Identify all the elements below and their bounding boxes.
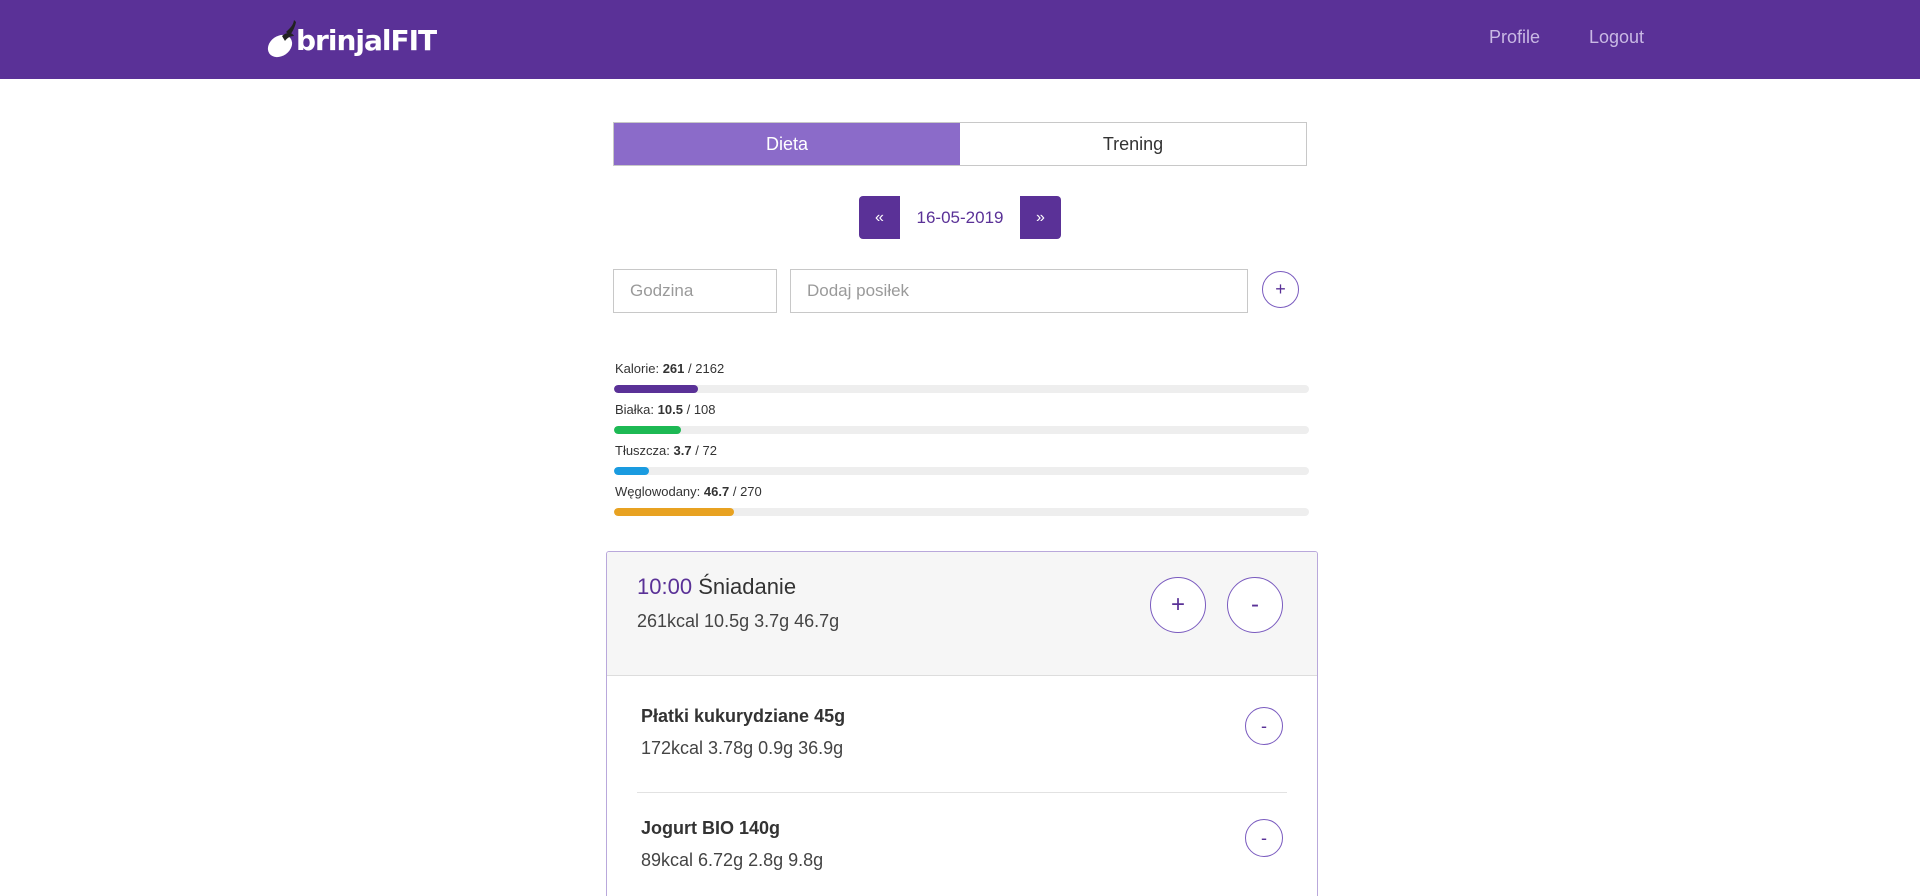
hour-input[interactable]: [613, 269, 777, 313]
next-day-button[interactable]: »: [1020, 196, 1061, 239]
remove-meal-button[interactable]: -: [1227, 577, 1283, 633]
product-name: Płatki kukurydziane 45g: [641, 706, 846, 726]
add-product-button[interactable]: +: [1150, 577, 1206, 633]
tab-trening[interactable]: Trening: [960, 123, 1306, 165]
nav-link-logout[interactable]: Logout: [1589, 27, 1644, 48]
fat-value: 3.7: [673, 443, 692, 458]
protein-progress-fill: [614, 426, 682, 434]
fat-progress-fill: [614, 467, 650, 475]
macro-label-carbs: Węglowodany: 46.7 / 270: [615, 484, 762, 499]
fat-target: / 72: [695, 443, 717, 458]
meal-time: 10:00: [637, 574, 693, 599]
eggplant-icon: [266, 14, 298, 60]
mode-tabs: Dieta Trening: [613, 122, 1307, 166]
macro-label-calories: Kalorie: 261 / 2162: [615, 361, 725, 376]
meal-card: 10:00 Śniadanie 261kcal 10.5g 3.7g 46.7g…: [606, 551, 1318, 896]
protein-target: / 108: [686, 402, 716, 417]
fat-progress-bar: [614, 467, 1309, 475]
calories-target: / 2162: [688, 361, 725, 376]
list-item: Płatki kukurydziane 45g 172kcal 3.78g 0.…: [641, 706, 1281, 759]
meal-name-input[interactable]: [790, 269, 1248, 313]
product-macros: 89kcal 6.72g 2.8g 9.8g: [641, 850, 824, 870]
tab-dieta[interactable]: Dieta: [614, 123, 960, 165]
brand-name: brinjalFIT: [296, 23, 437, 57]
previous-day-button[interactable]: «: [859, 196, 900, 239]
current-date: 16-05-2019: [900, 196, 1020, 239]
carbs-progress-bar: [614, 508, 1309, 516]
macro-label-protein: Białka: 10.5 / 108: [615, 402, 716, 417]
calories-progress-bar: [614, 385, 1309, 393]
protein-progress-bar: [614, 426, 1309, 434]
product-macros: 172kcal 3.78g 0.9g 36.9g: [641, 738, 844, 758]
brand-logo[interactable]: brinjalFIT: [266, 14, 437, 60]
meal-summary: 261kcal 10.5g 3.7g 46.7g: [637, 611, 840, 631]
item-divider: [637, 792, 1287, 793]
product-name: Jogurt BIO 140g: [641, 818, 781, 838]
calories-value: 261: [662, 361, 685, 376]
protein-value: 10.5: [657, 402, 683, 417]
carbs-target: / 270: [732, 484, 762, 499]
top-navbar: brinjalFIT Profile Logout: [0, 0, 1920, 79]
calories-progress-fill: [614, 385, 699, 393]
date-navigator: « 16-05-2019 »: [859, 196, 1061, 239]
carbs-progress-fill: [614, 508, 735, 516]
macro-label-fat: Tłuszcza: 3.7 / 72: [615, 443, 717, 458]
remove-product-button[interactable]: -: [1245, 819, 1283, 857]
list-item: Jogurt BIO 140g 89kcal 6.72g 2.8g 9.8g: [641, 818, 1281, 871]
nav-link-profile[interactable]: Profile: [1489, 27, 1540, 48]
remove-product-button[interactable]: -: [1245, 707, 1283, 745]
meal-name: Śniadanie: [698, 574, 797, 599]
meal-title: 10:00 Śniadanie: [637, 574, 796, 600]
add-meal-button[interactable]: +: [1262, 271, 1299, 308]
meal-header: 10:00 Śniadanie 261kcal 10.5g 3.7g 46.7g…: [607, 552, 1317, 676]
carbs-value: 46.7: [703, 484, 730, 499]
